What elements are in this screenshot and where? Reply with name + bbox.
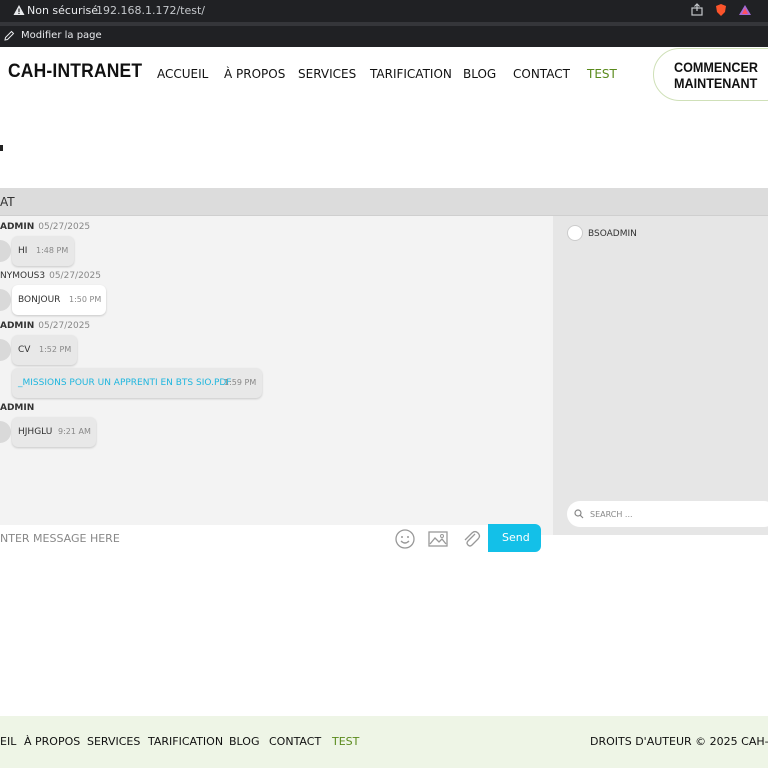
search-placeholder: SEARCH ... [590, 510, 633, 519]
message-list[interactable]: ADMIN 05/27/2025 HI 1:48 PM NYMOUS3 05/27/… [0, 216, 553, 553]
message-input[interactable]: NTER MESSAGE HERE [0, 525, 490, 553]
brave-shield-icon[interactable] [714, 3, 728, 17]
attachment-icon[interactable] [460, 528, 482, 550]
commencer-maintenant-button[interactable]: COMMENCER MAINTENANT [653, 48, 768, 101]
footer-nav-services[interactable]: SERVICES [87, 735, 140, 748]
message-text: BONJOUR [18, 295, 61, 305]
footer-nav-contact[interactable]: CONTACT [269, 735, 321, 748]
nav-blog[interactable]: BLOG [463, 67, 496, 81]
footer-nav-test[interactable]: TEST [332, 735, 359, 748]
url-text[interactable]: 192.168.1.172/test/ [96, 4, 205, 17]
cta-line-1: COMMENCER [674, 59, 759, 75]
nav-accueil[interactable]: ACCUEIL [157, 67, 208, 81]
copyright-text: DROITS D'AUTEUR © 2025 CAH-INT [590, 735, 768, 748]
nav-a-propos[interactable]: À PROPOS [224, 67, 285, 81]
user-avatar-icon [567, 225, 583, 241]
footer-nav-tarification[interactable]: TARIFICATION [148, 735, 223, 748]
message-text: HJHGLU [18, 427, 53, 437]
nav-services[interactable]: SERVICES [298, 67, 356, 81]
nav-tarification[interactable]: TARIFICATION [370, 67, 452, 81]
pencil-icon [4, 30, 15, 41]
avatar [0, 240, 11, 262]
site-footer: EIL À PROPOS SERVICES TARIFICATION BLOG … [0, 716, 768, 768]
file-link[interactable]: _MISSIONS POUR UN APPRENTI EN BTS SIO.PD… [18, 378, 232, 388]
chat-widget: AT ADMIN 05/27/2025 HI 1:48 PM NYMOUS3 05/… [0, 188, 768, 553]
message-author: ADMIN 05/27/2025 [0, 321, 91, 331]
brave-rewards-icon[interactable] [738, 3, 752, 17]
emoji-icon[interactable] [394, 528, 416, 550]
footer-nav-accueil[interactable]: EIL [0, 735, 16, 748]
edit-page-bar[interactable]: Modifier la page [0, 26, 768, 47]
message-bubble: HJHGLU 9:21 AM [12, 417, 96, 447]
cta-line-2: MAINTENANT [674, 75, 758, 91]
send-button-label: Send [502, 531, 530, 544]
site-header: CAH-INTRANET ACCUEIL À PROPOS SERVICES T… [0, 47, 768, 102]
site-logo[interactable]: CAH-INTRANET [8, 61, 142, 83]
image-icon[interactable] [427, 528, 449, 550]
chat-title: AT [0, 195, 15, 209]
message-time: 1:50 PM [69, 295, 102, 304]
page-title-fragment [0, 145, 3, 151]
message-time: 1:48 PM [36, 246, 69, 255]
security-status[interactable]: Non sécurisé [27, 4, 98, 17]
message-date: 05/27/2025 [38, 222, 91, 232]
warning-icon [13, 5, 25, 15]
message-author: ADMIN 05/27/2025 [0, 222, 91, 232]
message-bubble: HI 1:48 PM [12, 236, 74, 266]
search-icon [574, 509, 584, 519]
message-compose-bar: NTER MESSAGE HERE Send [0, 524, 541, 554]
message-bubble: BONJOUR 1:50 PM [12, 285, 106, 315]
share-icon[interactable] [690, 3, 704, 17]
chat-header: AT [0, 188, 768, 216]
browser-address-bar[interactable]: Non sécurisé 192.168.1.172/test/ [0, 0, 768, 22]
online-user-name: BSOADMIN [588, 229, 637, 239]
message-author: NYMOUS3 05/27/2025 [0, 271, 101, 281]
file-attachment-bubble[interactable]: _MISSIONS POUR UN APPRENTI EN BTS SIO.PD… [12, 368, 262, 398]
message-time: 9:21 AM [58, 427, 91, 436]
message-text: HI [18, 246, 28, 256]
message-date: 05/27/2025 [49, 271, 101, 281]
message-time: 1:52 PM [39, 345, 72, 354]
message-bubble: CV 1:52 PM [12, 335, 77, 365]
avatar [0, 289, 11, 311]
nav-test[interactable]: TEST [587, 67, 617, 81]
user-search-input[interactable]: SEARCH ... [567, 501, 768, 527]
avatar [0, 421, 11, 443]
message-input-placeholder: NTER MESSAGE HERE [0, 532, 120, 545]
message-date: 05/27/2025 [38, 321, 91, 331]
users-panel: BSOADMIN SEARCH ... [553, 216, 768, 535]
footer-nav-blog[interactable]: BLOG [229, 735, 259, 748]
nav-contact[interactable]: CONTACT [513, 67, 570, 81]
message-time: 1:59 PM [224, 378, 257, 387]
avatar [0, 339, 11, 361]
send-button[interactable]: Send [488, 524, 541, 552]
edit-page-label[interactable]: Modifier la page [21, 30, 102, 41]
footer-nav-a-propos[interactable]: À PROPOS [24, 735, 80, 748]
message-text: CV [18, 345, 31, 355]
message-author: ADMIN [0, 403, 35, 413]
